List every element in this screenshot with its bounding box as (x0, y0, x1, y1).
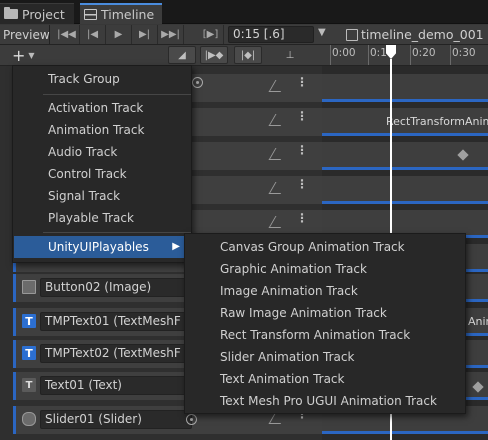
submenu-item-rect-transform-animation-track[interactable]: Rect Transform Animation Track (186, 324, 464, 346)
submenu-item-image-animation-track[interactable]: Image Animation Track (186, 280, 464, 302)
menu-separator (43, 232, 191, 233)
submenu-item-graphic-animation-track[interactable]: Graphic Animation Track (186, 258, 464, 280)
track-color-bar (322, 99, 488, 102)
text-icon: T (22, 378, 36, 392)
previous-frame-icon[interactable]: |◀ (80, 25, 106, 44)
submenu-item-raw-image-animation-track[interactable]: Raw Image Animation Track (186, 302, 464, 324)
track-menu-icon[interactable]: ⋮ (296, 212, 308, 224)
current-time-field[interactable]: 0:15 [.6] (228, 26, 314, 43)
tab-project[interactable]: Project (0, 3, 74, 24)
tmp-text-icon: T (22, 314, 36, 328)
track-menu-icon[interactable]: ⋮ (296, 178, 308, 190)
track-toolbar: + ▼ ◢ |▶◆ |◆| ⊥ (0, 45, 322, 66)
track-binding-field[interactable]: TMPText01 (TextMeshF (40, 312, 200, 331)
clip-label: Anim (468, 315, 488, 328)
track-binding-label: TMPText01 (TextMeshF (45, 314, 181, 328)
folder-icon (4, 7, 18, 19)
submenu-item-text-mesh-pro-ugui-animation-track[interactable]: Text Mesh Pro UGUI Animation Track (186, 390, 464, 412)
chevron-down-icon: ▼ (28, 50, 35, 60)
track-color-bar (322, 133, 488, 136)
keyframe-diamond[interactable] (457, 149, 469, 161)
track-binding-field[interactable]: TMPText02 (TextMeshF (40, 344, 200, 363)
object-picker-icon[interactable] (192, 77, 203, 88)
track-menu-icon[interactable]: ⋮ (296, 110, 308, 122)
track-binding-label: Button02 (Image) (45, 280, 152, 294)
timeline-asset-name: timeline_demo_001 (Pl (361, 27, 488, 42)
track-menu-icon[interactable]: ⋮ (296, 144, 308, 156)
add-track-menu: Track Group Activation Track Animation T… (12, 65, 192, 263)
track-color-bar (322, 201, 488, 204)
menu-separator (43, 94, 191, 95)
tab-project-label: Project (22, 6, 65, 22)
menu-item-activation-track[interactable]: Activation Track (14, 97, 190, 119)
timeline-selector-dropdown-icon[interactable]: ▼ (318, 27, 326, 38)
menu-item-label: UnityUIPlayables (48, 240, 149, 254)
ripple-mode-icon[interactable]: |▶◆ (200, 46, 228, 64)
keyframe-diamond[interactable] (472, 381, 484, 393)
clip-edit-mode-icon[interactable]: ◢ (168, 46, 196, 64)
clip-label: RectTransformAnima (386, 115, 488, 128)
ruler-label: 0:20 (412, 47, 436, 59)
menu-item-unityuiplayables[interactable]: UnityUIPlayables ▶ (14, 236, 190, 258)
pin-icon[interactable]: ⊥ (276, 46, 304, 64)
clip-curves-icon[interactable] (268, 216, 288, 228)
track-binding-field[interactable]: Text01 (Text) (40, 376, 200, 395)
clip-curves-icon[interactable] (268, 182, 288, 194)
ruler-tick (368, 45, 369, 65)
playback-toolbar: Preview |◀◀ |◀ ▶ ▶| ▶▶| [▶] 0:15 [.6] ▼ … (0, 25, 488, 45)
track-binding-label: Slider01 (Slider) (45, 412, 142, 426)
preview-button[interactable]: Preview (0, 25, 50, 44)
add-track-button[interactable]: + ▼ (8, 45, 44, 65)
tab-timeline-label: Timeline (101, 7, 155, 22)
submenu-item-canvas-group-animation-track[interactable]: Canvas Group Animation Track (186, 236, 464, 258)
menu-item-animation-track[interactable]: Animation Track (14, 119, 190, 141)
unityuiplayables-submenu: Canvas Group Animation Track Graphic Ani… (184, 233, 466, 414)
window-tab-bar: Project Timeline (0, 0, 488, 24)
cube-icon (346, 28, 358, 41)
menu-item-audio-track[interactable]: Audio Track (14, 141, 190, 163)
replace-mode-icon[interactable]: |◆| (234, 46, 262, 64)
clip-row[interactable]: RectTransformAnima (322, 108, 488, 136)
track-binding-field[interactable]: Slider01 (Slider) (40, 410, 192, 429)
object-picker-icon[interactable] (186, 414, 197, 425)
next-frame-icon[interactable]: ▶| (132, 25, 158, 44)
menu-item-track-group[interactable]: Track Group (14, 68, 190, 90)
timeline-asset-selector[interactable]: timeline_demo_001 (Pl (346, 26, 488, 43)
track-menu-icon[interactable]: ⋮ (296, 76, 308, 88)
clip-curves-icon[interactable] (268, 80, 288, 92)
submenu-item-text-animation-track[interactable]: Text Animation Track (186, 368, 464, 390)
ruler-tick (450, 45, 451, 65)
play-icon[interactable]: ▶ (106, 25, 132, 44)
chevron-right-icon: ▶ (172, 241, 180, 252)
track-binding-label: Text01 (Text) (45, 378, 122, 392)
image-icon (22, 280, 36, 294)
clip-row[interactable] (322, 176, 488, 204)
clip-row[interactable] (322, 74, 488, 102)
time-ruler[interactable]: 0:00 0:10 0:20 0:30 (322, 45, 488, 66)
track-color-bar (322, 167, 488, 170)
clip-row[interactable] (322, 142, 488, 170)
go-to-start-icon[interactable]: |◀◀ (54, 25, 80, 44)
play-range-button[interactable]: [▶] (198, 25, 224, 44)
track-color-bar (322, 431, 488, 434)
ruler-tick (330, 45, 331, 65)
slider-icon (22, 412, 36, 426)
plus-icon: + (12, 45, 26, 65)
clip-curves-icon[interactable] (268, 148, 288, 160)
ruler-label: 0:30 (452, 47, 476, 59)
ruler-label: 0:00 (332, 47, 356, 59)
submenu-item-slider-animation-track[interactable]: Slider Animation Track (186, 346, 464, 368)
menu-item-control-track[interactable]: Control Track (14, 163, 190, 185)
tmp-text-icon: T (22, 346, 36, 360)
menu-item-playable-track[interactable]: Playable Track (14, 207, 190, 229)
menu-item-signal-track[interactable]: Signal Track (14, 185, 190, 207)
clip-curves-icon[interactable] (268, 114, 288, 126)
ruler-tick (410, 45, 411, 65)
tab-timeline[interactable]: Timeline (80, 3, 162, 24)
go-to-end-icon[interactable]: ▶▶| (158, 25, 184, 44)
timeline-icon (84, 9, 97, 20)
track-binding-field[interactable]: Button02 (Image) (40, 278, 200, 297)
track-binding-label: TMPText02 (TextMeshF (45, 346, 181, 360)
